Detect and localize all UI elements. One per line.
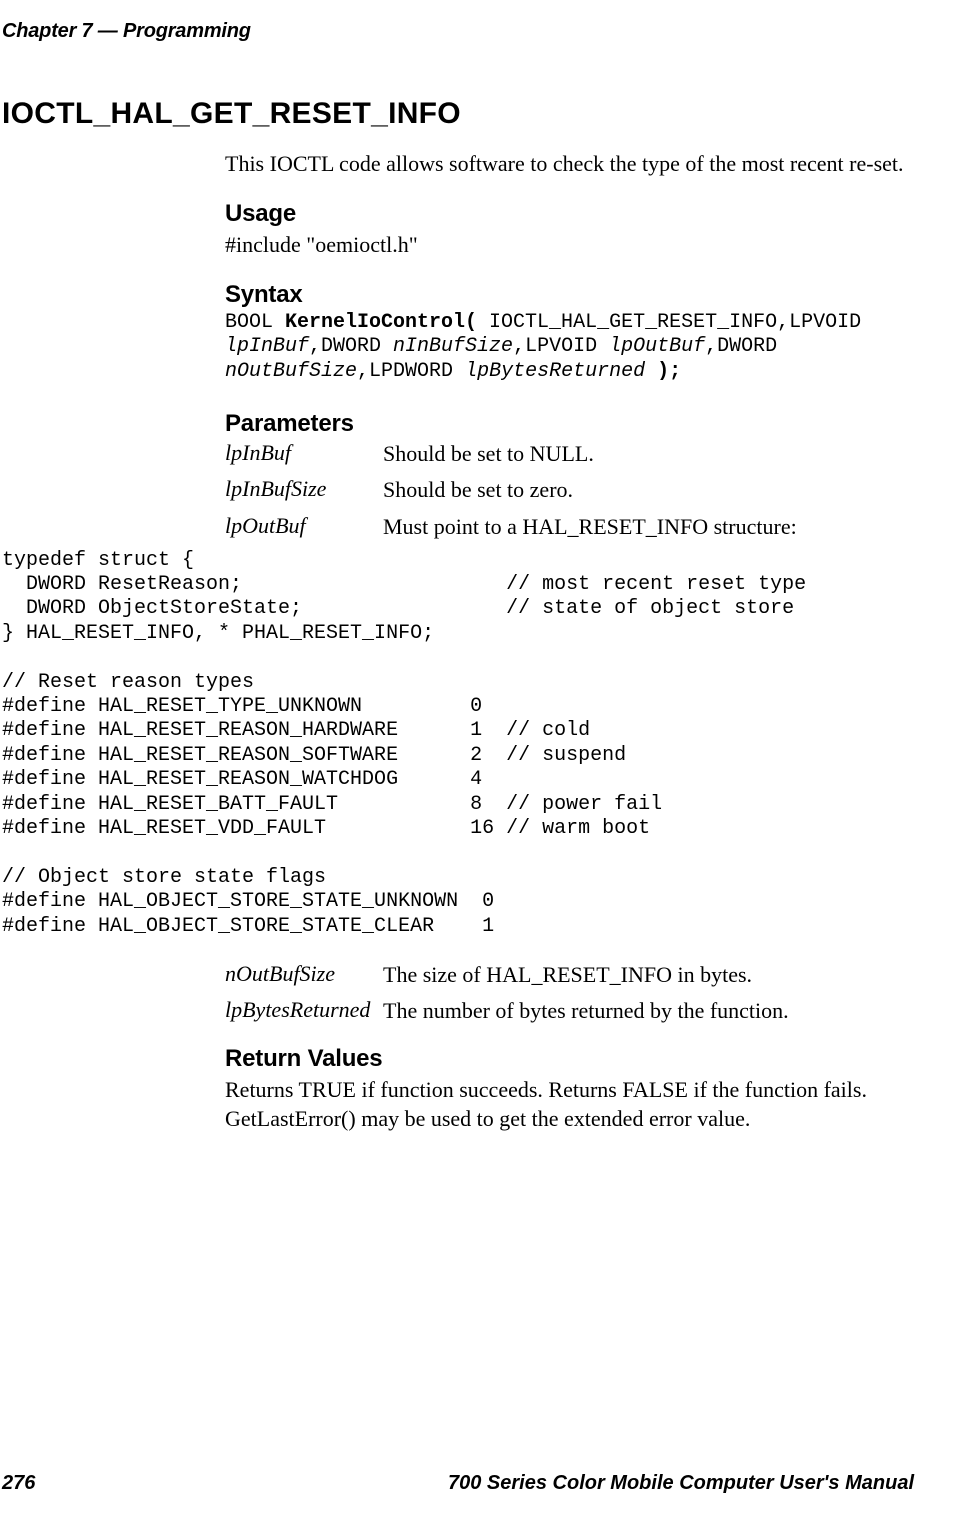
parameter-name: lpBytesReturned [225, 997, 383, 1025]
running-header: Chapter 7 — Programming [0, 20, 914, 43]
section-title: IOCTL_HAL_GET_RESET_INFO [0, 97, 914, 131]
parameter-name: lpInBuf [225, 440, 383, 468]
syntax-prefix: BOOL [225, 311, 285, 334]
parameter-row: lpInBufSize Should be set to zero. [225, 476, 914, 504]
parameter-row: lpOutBuf Must point to a HAL_RESET_INFO … [225, 513, 914, 541]
parameter-description: The number of bytes returned by the func… [383, 997, 789, 1025]
parameter-name: nOutBufSize [225, 961, 383, 989]
separator-dash: — [92, 20, 123, 42]
syntax-arg: nInBufSize [393, 335, 513, 358]
syntax-func-name: KernelIoControl( [285, 311, 477, 334]
syntax-heading: Syntax [225, 281, 914, 309]
return-values-body: Returns TRUE if function succeeds. Retur… [225, 1075, 914, 1133]
parameters-heading: Parameters [225, 410, 914, 438]
syntax-line1-suffix: IOCTL_HAL_GET_RESET_INFO,LPVOID [477, 311, 861, 334]
usage-include-line: #include "oemioctl.h" [225, 230, 914, 259]
return-values-heading: Return Values [225, 1045, 914, 1073]
syntax-code: BOOL KernelIoControl( IOCTL_HAL_GET_RESE… [225, 311, 914, 384]
parameter-description: Should be set to zero. [383, 476, 573, 504]
syntax-sep: ,LPVOID [513, 335, 609, 358]
parameter-description: Must point to a HAL_RESET_INFO structure… [383, 513, 797, 541]
parameter-name: lpInBufSize [225, 476, 383, 504]
page-number: 276 [2, 1472, 35, 1495]
syntax-arg: lpInBuf [225, 335, 309, 358]
syntax-arg: nOutBufSize [225, 360, 357, 383]
page: Chapter 7 — Programming IOCTL_HAL_GET_RE… [0, 0, 972, 1519]
chapter-label: Chapter 7 [2, 20, 92, 42]
manual-title: 700 Series Color Mobile Computer User's … [448, 1472, 914, 1495]
syntax-arg: lpBytesReturned [465, 360, 645, 383]
parameter-name: lpOutBuf [225, 513, 383, 541]
chapter-title: Programming [123, 20, 251, 42]
syntax-sep: ,DWORD [309, 335, 393, 358]
parameter-row: lpBytesReturned The number of bytes retu… [225, 997, 914, 1025]
page-footer: 276 700 Series Color Mobile Computer Use… [0, 1472, 972, 1495]
parameter-description: The size of HAL_RESET_INFO in bytes. [383, 961, 752, 989]
parameter-row: lpInBuf Should be set to NULL. [225, 440, 914, 468]
struct-definition-code: typedef struct { DWORD ResetReason; // m… [2, 549, 914, 939]
usage-heading: Usage [225, 200, 914, 228]
syntax-sep: ,LPDWORD [357, 360, 465, 383]
syntax-arg: lpOutBuf [609, 335, 705, 358]
syntax-close: ); [645, 360, 681, 383]
intro-paragraph: This IOCTL code allows software to check… [225, 149, 914, 178]
parameter-row: nOutBufSize The size of HAL_RESET_INFO i… [225, 961, 914, 989]
parameter-description: Should be set to NULL. [383, 440, 594, 468]
syntax-sep: ,DWORD [705, 335, 777, 358]
